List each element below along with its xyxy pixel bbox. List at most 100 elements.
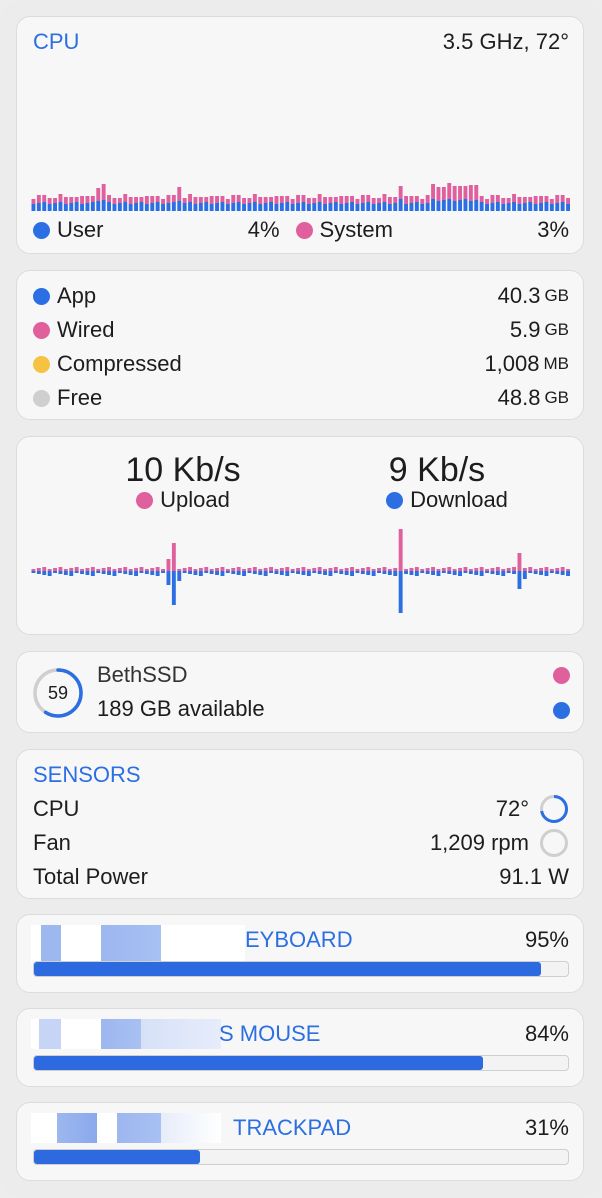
- upload-bar: [458, 568, 462, 571]
- download-bar: [355, 571, 360, 573]
- trackpad-battery-card[interactable]: TRACKPAD 31%: [16, 1102, 584, 1181]
- download-bar: [285, 571, 290, 576]
- network-card[interactable]: 10 Kb/s Upload 9 Kb/s Download: [16, 436, 584, 635]
- memory-card[interactable]: App 40.3 GB Wired 5.9 GB Compressed 1,00…: [16, 270, 584, 420]
- cpu-system-bar: [377, 198, 381, 203]
- keyboard-battery-card[interactable]: EYBOARD 95%: [16, 914, 584, 993]
- sensor-label: CPU: [33, 796, 80, 821]
- cpu-user-bar: [258, 204, 263, 211]
- cpu-user-bar: [468, 201, 473, 211]
- upload-bar: [193, 569, 198, 571]
- cpu-user-bar: [549, 204, 554, 211]
- memory-label: Free: [57, 385, 103, 410]
- download-bar: [90, 571, 95, 576]
- battery-fill: [34, 1056, 483, 1070]
- upload-bar: [107, 567, 111, 571]
- download-bar: [188, 571, 192, 574]
- cpu-system-bar: [90, 196, 95, 202]
- cpu-user-bar: [350, 202, 354, 211]
- upload-bar: [490, 568, 495, 571]
- upload-bar: [128, 569, 133, 571]
- cpu-system-bar: [506, 198, 511, 203]
- upload-bar: [215, 568, 219, 571]
- cpu-system-bar: [274, 196, 279, 204]
- cpu-system-bar: [161, 199, 165, 204]
- upload-bar: [533, 569, 538, 571]
- sensor-label: Total Power: [33, 864, 148, 889]
- cpu-user-bar: [204, 202, 209, 211]
- download-bar: [306, 571, 311, 576]
- cpu-user-bar: [188, 202, 192, 211]
- cpu-user-bar: [144, 204, 149, 211]
- cpu-system-bar: [409, 196, 414, 203]
- download-bar: [236, 571, 241, 575]
- cpu-system-bar: [182, 198, 187, 203]
- cpu-system-bar: [112, 198, 117, 204]
- cpu-system-bar: [80, 196, 84, 204]
- upload-bar: [101, 568, 106, 571]
- download-bar: [258, 571, 263, 575]
- memory-unit: MB: [543, 354, 570, 373]
- upload-bar: [42, 567, 47, 571]
- download-bar: [441, 571, 446, 573]
- cpu-user-bar: [220, 202, 225, 211]
- upload-bar: [263, 568, 268, 571]
- mouse-battery-card[interactable]: S MOUSE 84%: [16, 1008, 584, 1087]
- cpu-system-bar: [479, 196, 484, 202]
- upload-bar: [112, 569, 117, 571]
- upload-bar: [404, 569, 408, 571]
- download-bar: [512, 571, 516, 574]
- trackpad-percent: 31%: [524, 1115, 569, 1140]
- cpu-user-bar: [36, 203, 41, 211]
- cpu-system-bar: [414, 196, 419, 202]
- upload-bar: [161, 569, 165, 571]
- cpu-user-bar: [517, 204, 522, 211]
- download-bar: [485, 571, 489, 573]
- upload-bar: [47, 569, 52, 571]
- download-bar: [225, 571, 230, 573]
- cpu-system-bar: [360, 195, 365, 203]
- cpu-system-bar: [382, 194, 387, 202]
- mouse-label: S MOUSE: [219, 1021, 321, 1046]
- network-activity-graph: [31, 529, 570, 613]
- upload-bar: [188, 567, 192, 571]
- download-bar: [479, 571, 484, 576]
- cpu-system-bar: [560, 195, 565, 202]
- cpu-system-bar: [225, 199, 230, 204]
- cpu-user-bar: [382, 202, 387, 211]
- upload-bar: [539, 568, 543, 571]
- upload-bar: [144, 569, 149, 571]
- upload-bar: [279, 568, 284, 571]
- cpu-system-bar: [139, 197, 144, 202]
- cpu-system-bar: [85, 196, 90, 203]
- disk-write-dot: [553, 702, 570, 719]
- cpu-system-bar: [252, 194, 257, 202]
- cpu-user-bar: [377, 203, 381, 211]
- cpu-card[interactable]: CPU 3.5 GHz, 72° User 4% System 3%: [16, 16, 584, 254]
- cpu-user-bar: [425, 203, 430, 211]
- cpu-system-bar: [312, 198, 317, 203]
- cpu-system-bar: [74, 197, 79, 202]
- cpu-user-bar: [242, 204, 246, 211]
- download-bar: [425, 571, 430, 574]
- upload-legend: Upload: [73, 487, 293, 513]
- download-bar: [36, 571, 41, 574]
- cpu-system-bar: [425, 195, 430, 203]
- download-bar: [398, 571, 403, 613]
- cpu-system-bar: [279, 196, 284, 203]
- cpu-user-bar: [139, 202, 144, 211]
- upload-label: Upload: [160, 487, 230, 512]
- upload-bar: [171, 543, 176, 571]
- cpu-system-bar: [47, 198, 52, 204]
- upload-bar: [220, 567, 225, 571]
- cpu-user-bar: [317, 202, 322, 211]
- cpu-user-bar: [236, 202, 241, 211]
- cpu-user-bar: [555, 203, 560, 211]
- sensors-card[interactable]: SENSORS CPU 72° Fan 1,209 rpm Total Powe…: [16, 749, 584, 899]
- download-bar: [414, 571, 419, 576]
- disk-card[interactable]: 59 BethSSD 189 GB available: [16, 651, 584, 733]
- cpu-system-bar: [296, 195, 300, 203]
- cpu-system-bar: [290, 199, 295, 204]
- download-bar: [463, 571, 468, 573]
- download-bar: [220, 571, 225, 576]
